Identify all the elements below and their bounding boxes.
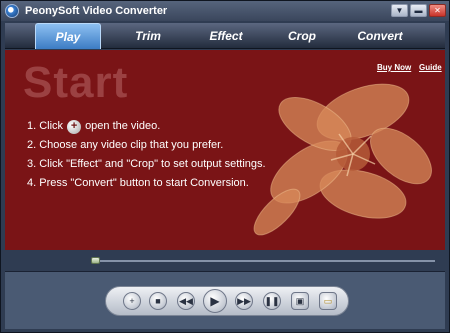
step-1-text-after: open the video.: [85, 120, 161, 132]
instruction-step-2: 2. Choose any video clip that you prefer…: [27, 139, 224, 151]
main-window: PeonySoft Video Converter ▼ ▬ ✕ Play Tri…: [0, 0, 450, 333]
seek-slider-thumb[interactable]: [91, 257, 100, 264]
window-title: PeonySoft Video Converter: [25, 5, 168, 17]
tab-crop[interactable]: Crop: [269, 23, 335, 49]
start-panel: Start Buy Now Guide 1. Click + open the …: [5, 50, 445, 250]
tab-play[interactable]: Play: [35, 23, 101, 49]
title-bar[interactable]: PeonySoft Video Converter ▼ ▬ ✕: [1, 1, 449, 21]
fast-forward-button[interactable]: ▶▶: [235, 292, 253, 310]
start-heading: Start: [23, 58, 129, 107]
buy-now-link[interactable]: Buy Now: [377, 63, 411, 72]
add-file-button[interactable]: +: [123, 292, 141, 310]
instruction-step-3: 3. Click "Effect" and "Crop" to set outp…: [27, 158, 266, 170]
tab-effect[interactable]: Effect: [193, 23, 259, 49]
player-controls: + ■ ◀◀ ▶ ▶▶ ❚❚ ▣ ▭: [105, 286, 349, 316]
instruction-step-1: 1. Click + open the video.: [27, 117, 266, 136]
window-controls: ▼ ▬ ✕: [391, 4, 446, 17]
app-logo-icon: [5, 4, 19, 18]
minimize-button[interactable]: ▼: [391, 4, 408, 17]
tab-convert[interactable]: Convert: [347, 23, 413, 49]
seek-track[interactable]: [93, 260, 435, 262]
tab-bar: Play Trim Effect Crop Convert: [5, 23, 445, 49]
tab-trim[interactable]: Trim: [115, 23, 181, 49]
rewind-button[interactable]: ◀◀: [177, 292, 195, 310]
open-folder-button[interactable]: ▭: [319, 292, 337, 310]
add-video-icon[interactable]: +: [67, 119, 82, 134]
play-button[interactable]: ▶: [203, 289, 227, 313]
flower-decoration: [253, 83, 432, 236]
close-button[interactable]: ✕: [429, 4, 446, 17]
stop-button[interactable]: ■: [149, 292, 167, 310]
step-1-text-before: 1. Click: [27, 120, 64, 132]
snapshot-button[interactable]: ▣: [291, 292, 309, 310]
restore-button[interactable]: ▬: [410, 4, 427, 17]
instruction-step-4: 4. Press "Convert" button to start Conve…: [27, 177, 249, 189]
player-controls-area: + ■ ◀◀ ▶ ▶▶ ❚❚ ▣ ▭: [5, 271, 445, 329]
seek-bar[interactable]: [5, 251, 445, 269]
guide-link[interactable]: Guide: [419, 63, 442, 72]
pause-button[interactable]: ❚❚: [263, 292, 281, 310]
instructions-list: 1. Click + open the video. 2. Choose any…: [27, 117, 266, 193]
